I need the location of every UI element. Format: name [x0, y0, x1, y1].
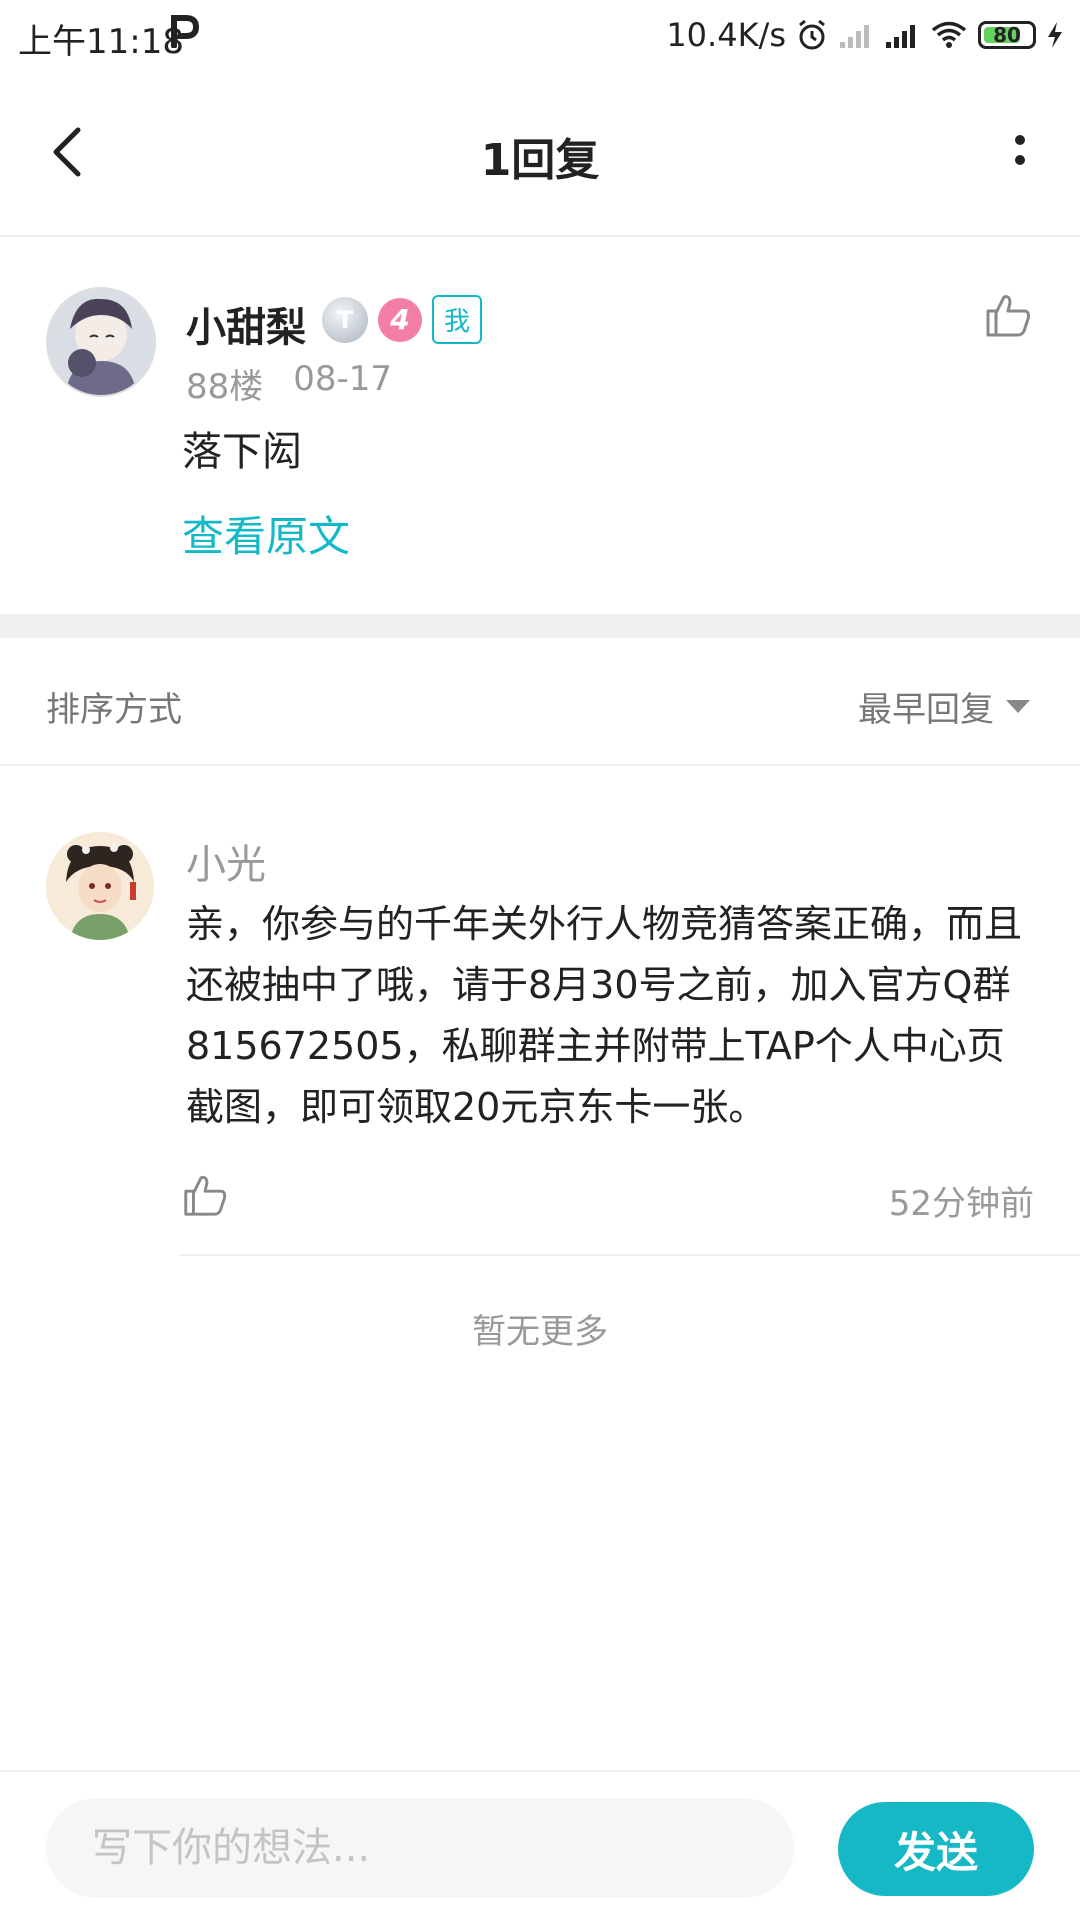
- network-speed: 10.4K/s: [666, 16, 786, 54]
- signal-icon: [886, 25, 915, 48]
- post-content: 落下闳: [182, 429, 302, 475]
- avatar[interactable]: [46, 287, 156, 397]
- post-date: 08-17: [293, 359, 393, 399]
- composer-bar: 发送: [0, 1770, 1080, 1920]
- page-title: 1回复: [480, 135, 600, 186]
- original-post: 小甜梨 T 4 我 88楼 08-17 落下闳 查看原文: [0, 237, 1080, 614]
- parking-p-icon: [171, 15, 200, 48]
- sort-label: 排序方式: [46, 690, 182, 730]
- battery-level: 80: [993, 23, 1021, 47]
- comment-input[interactable]: [46, 1798, 794, 1898]
- reply-content: 亲，你参与的千年关外行人物竞猜答案正确，而且还被抽中了哦，请于8月30号之前，加…: [186, 902, 1023, 1129]
- caret-down-icon[interactable]: [1006, 700, 1030, 713]
- level-badge-icon: 4: [378, 297, 422, 342]
- signal-weak-icon: [840, 25, 869, 48]
- thumbs-up-icon[interactable]: [180, 1170, 230, 1220]
- charging-icon: [1048, 22, 1062, 48]
- reply-username[interactable]: 小光: [186, 832, 266, 890]
- sort-selected-value[interactable]: 最早回复: [858, 682, 994, 731]
- tier-badge-icon: T: [322, 296, 368, 343]
- battery-icon: 80: [978, 21, 1036, 49]
- top-app-bar: 1回复: [0, 72, 1080, 237]
- view-original-link[interactable]: 查看原文: [182, 503, 350, 564]
- reply-divider: [180, 1254, 1080, 1256]
- thumbs-up-icon[interactable]: [982, 289, 1034, 341]
- more-vertical-icon[interactable]: [1000, 128, 1040, 178]
- section-divider: [0, 614, 1080, 638]
- post-username[interactable]: 小甜梨: [186, 295, 306, 353]
- status-bar: 上午11:18 10.4K/s 80: [0, 0, 1080, 72]
- alarm-icon: [799, 19, 825, 50]
- avatar[interactable]: [46, 832, 154, 940]
- sort-dropdown[interactable]: 最早回复: [858, 682, 1030, 731]
- user-badges: T 4 我: [322, 295, 483, 344]
- me-badge: 我: [432, 295, 483, 344]
- status-right: 10.4K/s 80: [666, 12, 1064, 58]
- no-more-label: 暂无更多: [472, 1312, 608, 1352]
- sort-bar: 排序方式 最早回复: [0, 638, 1080, 766]
- post-meta: 88楼 08-17: [186, 359, 392, 408]
- status-time: 上午11:18: [18, 22, 184, 62]
- wifi-icon: [931, 21, 967, 48]
- reply-time: 52分钟前: [888, 1184, 1034, 1224]
- send-button[interactable]: 发送: [838, 1802, 1034, 1896]
- floor-number: 88楼: [186, 367, 264, 407]
- reply-item: 小光 亲，你参与的千年关外行人物竞猜答案正确，而且还被抽中了哦，请于8月30号之…: [0, 766, 1080, 1256]
